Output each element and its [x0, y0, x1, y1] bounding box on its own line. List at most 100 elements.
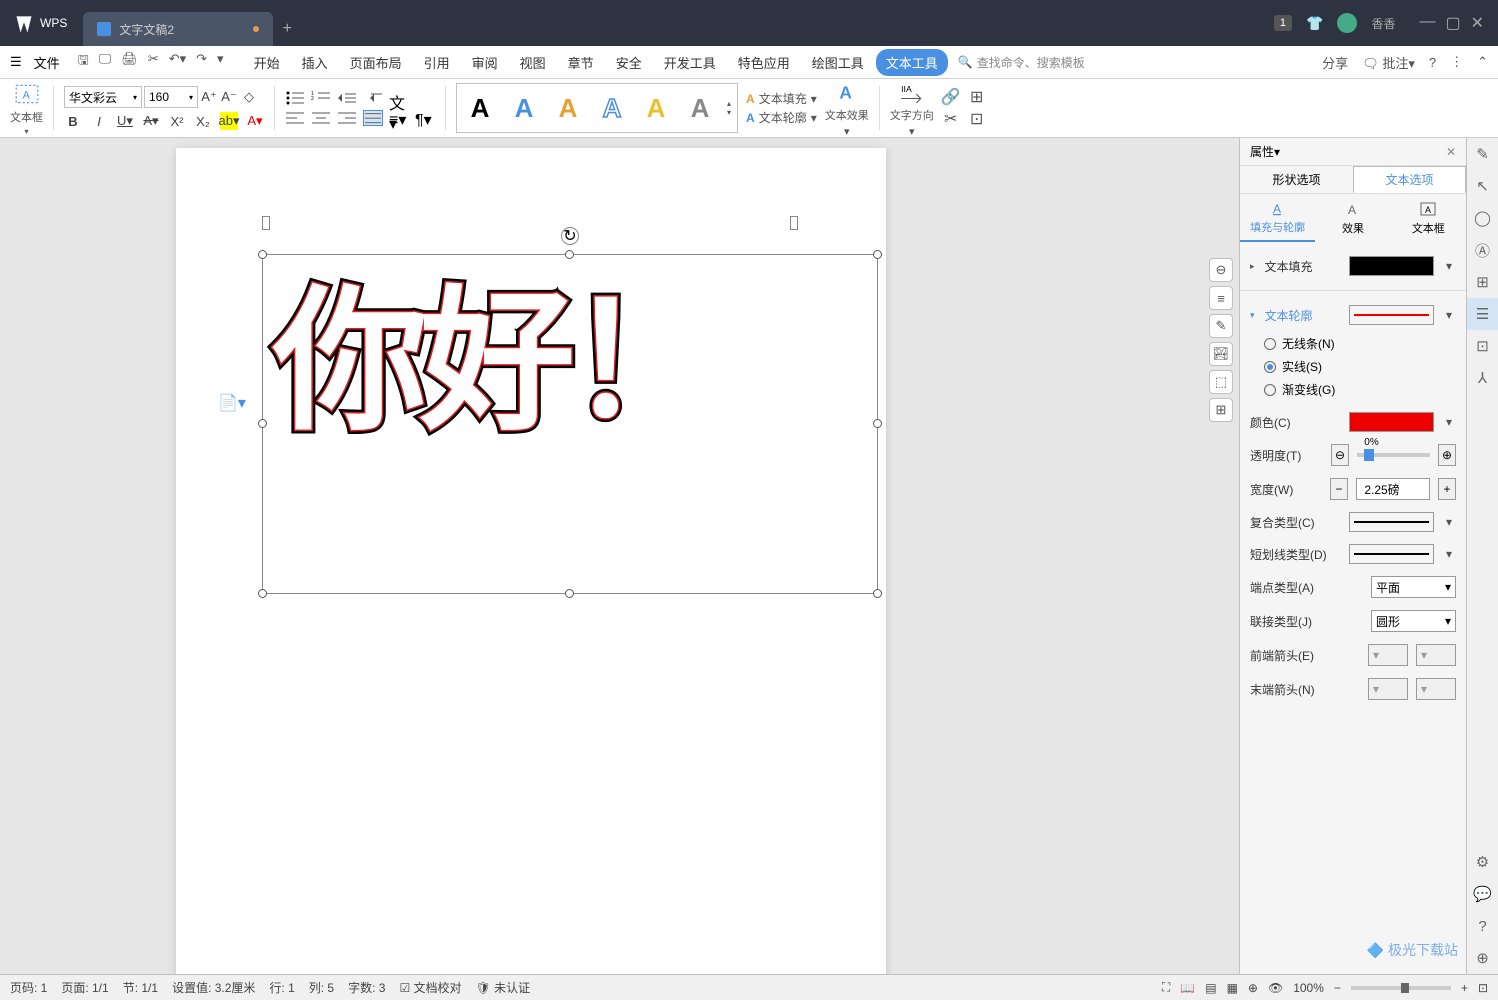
asian-layout-icon[interactable]: 文▾: [389, 90, 409, 106]
apparel-icon[interactable]: 👕: [1306, 15, 1323, 32]
bullets-icon[interactable]: [285, 90, 305, 106]
radio-no-line[interactable]: 无线条(N): [1264, 335, 1456, 352]
share-button[interactable]: 分享: [1322, 53, 1348, 72]
pencil-icon[interactable]: ✎: [1467, 138, 1498, 170]
width-increase[interactable]: +: [1438, 478, 1456, 500]
cap-select[interactable]: 平面▾: [1371, 576, 1456, 598]
increase-indent-icon[interactable]: [363, 90, 383, 106]
status-col[interactable]: 列: 5: [309, 979, 334, 996]
menu-特色应用[interactable]: 特色应用: [728, 49, 800, 76]
print-preview-icon[interactable]: 🖵: [99, 51, 112, 73]
search-box[interactable]: 🔍 查找命令、搜索模板: [958, 54, 1085, 71]
more-float-icon[interactable]: ⊞: [1209, 398, 1233, 422]
align-justify-icon[interactable]: [363, 110, 383, 126]
arrange-icon[interactable]: ⊞: [968, 88, 986, 106]
tools-icon[interactable]: ⊕: [1467, 942, 1498, 974]
wordart-style-6[interactable]: A: [681, 88, 719, 128]
canvas-area[interactable]: 📄▾ ↻ 你好！ ⊖ ≡ ✎ 🏞 ⬚ ⊞: [0, 138, 1239, 974]
font-color-button[interactable]: A▾: [246, 112, 264, 130]
line-spacing-icon[interactable]: ≡▾: [389, 110, 409, 126]
chat-icon[interactable]: 💬: [1467, 878, 1498, 910]
resize-handle[interactable]: [258, 419, 267, 428]
para-settings-icon[interactable]: ¶▾: [415, 110, 435, 126]
tab-text-options[interactable]: 文本选项: [1353, 166, 1466, 193]
width-decrease[interactable]: −: [1330, 478, 1348, 500]
collapse-ribbon-icon[interactable]: ⌃: [1477, 54, 1488, 70]
decrease-indent-icon[interactable]: [337, 90, 357, 106]
print-layout-icon[interactable]: ▤: [1205, 981, 1216, 995]
fit-icon[interactable]: ⊡: [1478, 981, 1488, 995]
auth-icon[interactable]: 🛡 未认证: [476, 979, 531, 996]
outline-color-swatch[interactable]: [1349, 412, 1434, 432]
page[interactable]: 📄▾ ↻ 你好！: [176, 148, 886, 974]
user-avatar-icon[interactable]: [1337, 13, 1357, 33]
edit-icon[interactable]: ✎: [1209, 314, 1233, 338]
wordart-gallery[interactable]: A A A A A A ▴▾: [456, 83, 738, 133]
wordart-style-2[interactable]: A: [505, 88, 543, 128]
fill-color-swatch[interactable]: [1349, 256, 1434, 276]
join-select[interactable]: 圆形▾: [1371, 610, 1456, 632]
help-button[interactable]: ?: [1429, 55, 1436, 70]
decrease-font-icon[interactable]: A⁻: [220, 88, 238, 106]
menu-页面布局[interactable]: 页面布局: [340, 49, 412, 76]
print-icon[interactable]: 🖨: [121, 51, 138, 73]
radio-solid-line[interactable]: 实线(S): [1264, 358, 1456, 375]
compound-select[interactable]: [1349, 512, 1434, 532]
strike-button[interactable]: A▾: [142, 112, 160, 130]
notif-badge[interactable]: 1: [1274, 15, 1292, 31]
crop-icon[interactable]: ✂: [942, 110, 960, 128]
text-fill-row[interactable]: ▸文本填充 ▾: [1250, 250, 1456, 282]
bold-button[interactable]: B: [64, 112, 82, 130]
redo-icon[interactable]: ↷: [196, 51, 207, 73]
underline-button[interactable]: U▾: [116, 112, 134, 130]
resize-handle[interactable]: [873, 589, 882, 598]
menu-引用[interactable]: 引用: [414, 49, 460, 76]
text-direction-button[interactable]: IIA 文字方向▾: [890, 79, 934, 138]
image-icon[interactable]: 🏞: [1209, 342, 1233, 366]
status-pages[interactable]: 页面: 1/1: [61, 979, 108, 996]
read-view-icon[interactable]: 📖: [1180, 981, 1195, 995]
add-tab-button[interactable]: +: [273, 12, 301, 46]
zoom-out-icon[interactable]: ⊖: [1209, 258, 1233, 282]
font-family-select[interactable]: 华文彩云▾: [64, 86, 142, 108]
wordart-more-icon[interactable]: ▴▾: [725, 88, 733, 128]
wrap-icon[interactable]: ≡: [1209, 286, 1233, 310]
annotate-button[interactable]: 🗨 批注▾: [1362, 53, 1415, 72]
highlight-button[interactable]: ab▾: [220, 112, 238, 130]
menu-安全[interactable]: 安全: [606, 49, 652, 76]
web-view-icon[interactable]: ⊕: [1248, 981, 1258, 995]
document-tab[interactable]: 文字文稿2: [83, 12, 273, 46]
wordart-style-4[interactable]: A: [593, 88, 631, 128]
zoom-in-btn[interactable]: +: [1461, 981, 1468, 995]
resize-handle[interactable]: [258, 250, 267, 259]
menu-审阅[interactable]: 审阅: [462, 49, 508, 76]
outline-view-icon[interactable]: ▦: [1227, 981, 1238, 995]
italic-button[interactable]: I: [90, 112, 108, 130]
layers-icon[interactable]: ⊡: [1467, 330, 1498, 362]
width-input[interactable]: [1356, 478, 1430, 500]
align-right-icon[interactable]: [337, 110, 357, 126]
clear-format-icon[interactable]: ◇: [240, 88, 258, 106]
resize-handle[interactable]: [258, 589, 267, 598]
undo-icon[interactable]: ↶▾: [169, 51, 186, 73]
text-outline-button[interactable]: A文本轮廓▾: [746, 109, 817, 126]
zoom-level[interactable]: 100%: [1293, 981, 1324, 995]
align-center-icon[interactable]: [311, 110, 331, 126]
dash-select[interactable]: [1349, 544, 1434, 564]
shape-icon[interactable]: ◯: [1467, 202, 1498, 234]
menu-开始[interactable]: 开始: [244, 49, 290, 76]
align-left-icon[interactable]: [285, 110, 305, 126]
subtab-effects[interactable]: A效果: [1315, 194, 1390, 242]
menu-章节[interactable]: 章节: [558, 49, 604, 76]
wordart-style-3[interactable]: A: [549, 88, 587, 128]
text-outline-row[interactable]: ▾文本轮廓 ▾: [1250, 299, 1456, 331]
text-box[interactable]: ↻ 你好！: [262, 254, 878, 594]
subtab-textbox[interactable]: A文本框: [1391, 194, 1466, 242]
close-panel-icon[interactable]: ✕: [1446, 145, 1456, 159]
tab-shape-options[interactable]: 形状选项: [1240, 166, 1353, 193]
opacity-slider[interactable]: 0%: [1357, 453, 1430, 457]
menu-视图[interactable]: 视图: [510, 49, 556, 76]
text-effect-button[interactable]: A 文本效果▾: [825, 79, 869, 138]
text-fill-button[interactable]: A文本填充▾: [746, 90, 817, 107]
settings-icon[interactable]: ⚙: [1467, 846, 1498, 878]
